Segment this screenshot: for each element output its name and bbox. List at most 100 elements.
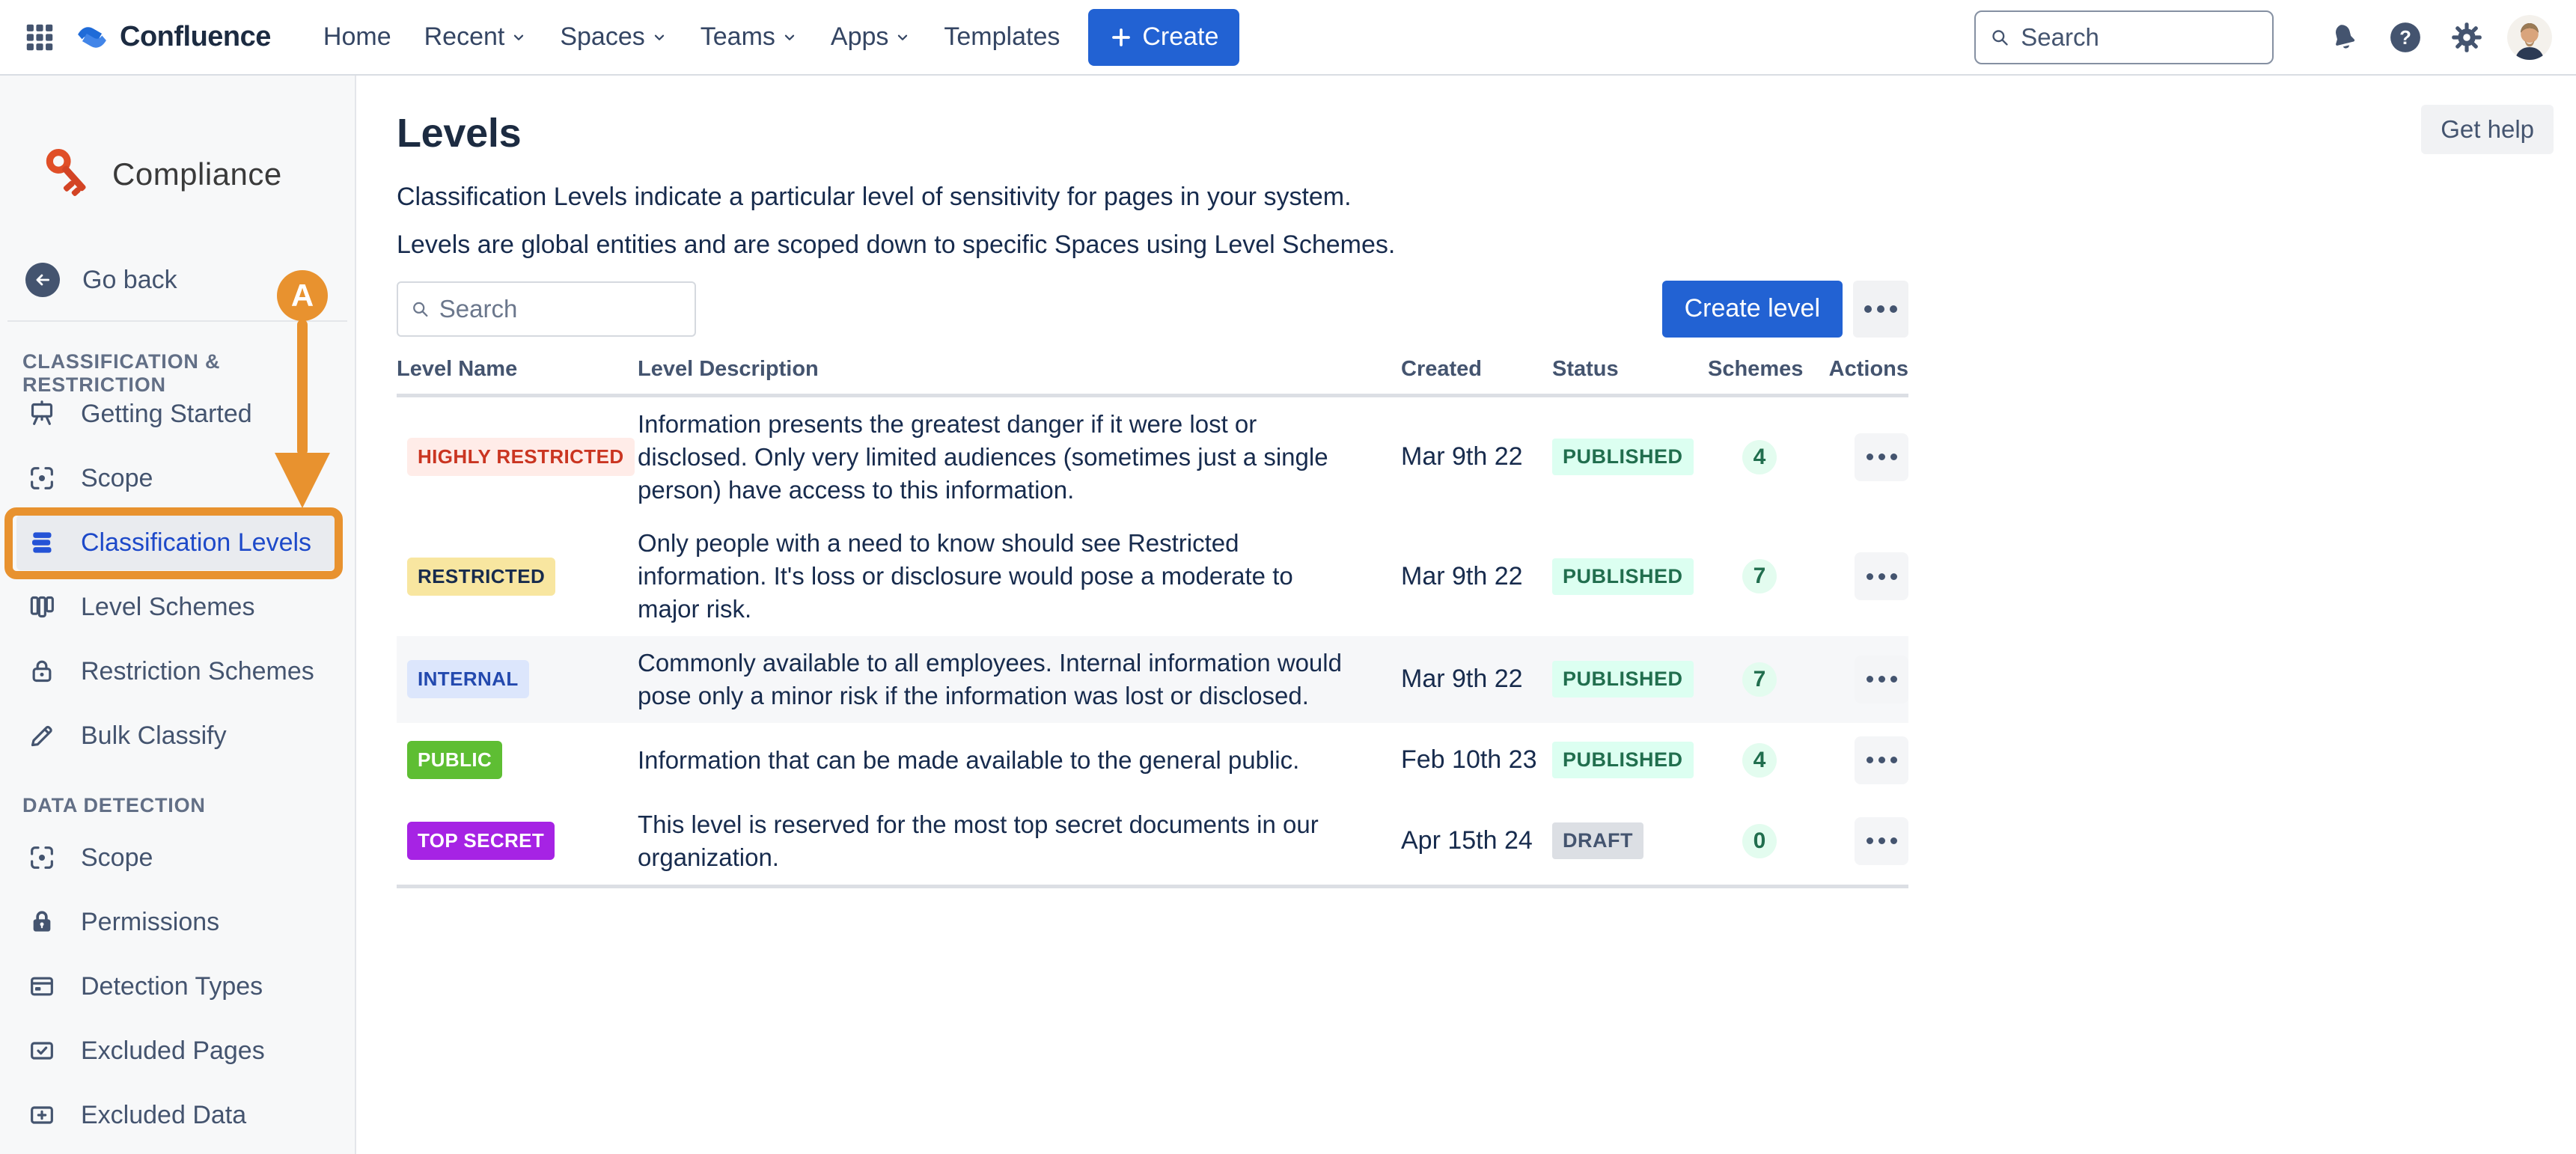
question-icon: ? <box>2388 20 2423 55</box>
scope-target-icon <box>27 463 57 493</box>
ellipsis-icon <box>1864 305 1872 313</box>
level-name-badge: HIGHLY RESTRICTED <box>407 438 635 476</box>
plus-icon <box>1109 25 1133 49</box>
nav-templates[interactable]: Templates <box>927 9 1076 66</box>
section-title-data-detection: DATA DETECTION <box>0 794 355 819</box>
row-actions-button[interactable] <box>1855 736 1908 784</box>
sidebar-item-restriction-schemes[interactable]: Restriction Schemes <box>0 639 355 703</box>
schemes-count: 4 <box>1742 440 1777 474</box>
status-badge: PUBLISHED <box>1552 742 1694 778</box>
sidebar-divider <box>7 320 347 322</box>
apps-grid-icon <box>23 21 56 54</box>
sidebar-item-excluded-data[interactable]: Excluded Data <box>0 1083 355 1147</box>
create-level-button[interactable]: Create level <box>1662 281 1843 338</box>
page-title: Levels <box>397 110 1908 156</box>
app-switcher-button[interactable] <box>22 20 57 55</box>
level-description: Commonly available to all employees. Int… <box>638 647 1401 712</box>
nav-home[interactable]: Home <box>307 9 408 66</box>
level-description: This level is reserved for the most top … <box>638 808 1401 874</box>
created-date: Mar 9th 22 <box>1401 665 1552 694</box>
schemes-count: 7 <box>1742 662 1777 697</box>
table-row: INTERNAL Commonly available to all emplo… <box>397 636 1908 723</box>
sidebar-item-level-schemes[interactable]: Level Schemes <box>0 575 355 639</box>
level-name-badge: PUBLIC <box>407 741 502 779</box>
created-date: Feb 10th 23 <box>1401 745 1552 775</box>
stacked-levels-icon <box>27 528 57 558</box>
nav-teams[interactable]: Teams <box>684 9 814 66</box>
card-icon <box>27 971 57 1001</box>
confluence-home-link[interactable]: Confluence <box>72 17 271 58</box>
checkbox-icon <box>27 1036 57 1066</box>
avatar-photo <box>2507 15 2552 60</box>
row-actions-button[interactable] <box>1855 552 1908 600</box>
table-more-actions-button[interactable] <box>1853 281 1908 338</box>
page-description-1: Classification Levels indicate a particu… <box>397 180 1908 215</box>
bell-icon <box>2328 21 2360 54</box>
table-row: PUBLIC Information that can be made avai… <box>397 723 1908 798</box>
sidebar-item-detection-types[interactable]: Detection Types <box>0 954 355 1019</box>
table-bottom-divider <box>397 885 1908 888</box>
primary-nav: Home Recent Spaces Teams Apps Templates <box>307 9 1076 66</box>
sidebar-nav-data-detection: Scope Permissions Detection Types Exclud… <box>0 825 355 1147</box>
create-button[interactable]: Create <box>1088 9 1239 66</box>
compliance-sidebar: Compliance Go back CLASSIFICATION & REST… <box>0 76 356 1154</box>
levels-search-input[interactable] <box>439 295 683 323</box>
created-date: Mar 9th 22 <box>1401 562 1552 591</box>
lock-filled-icon <box>27 907 57 937</box>
level-description: Information that can be made available t… <box>638 744 1401 777</box>
nav-recent[interactable]: Recent <box>408 9 544 66</box>
settings-button[interactable] <box>2446 16 2488 58</box>
chevron-down-icon <box>651 29 668 46</box>
get-help-button[interactable]: Get help <box>2421 105 2554 154</box>
board-columns-icon <box>27 592 57 622</box>
confluence-logo <box>72 17 112 58</box>
status-badge: PUBLISHED <box>1552 558 1694 595</box>
schemes-count: 4 <box>1742 743 1777 778</box>
table-header: Level Name Level Description Created Sta… <box>397 357 1908 397</box>
app-logo: Compliance <box>0 141 355 207</box>
status-badge: PUBLISHED <box>1552 439 1694 475</box>
col-level-name: Level Name <box>397 357 638 382</box>
row-actions-button[interactable] <box>1855 656 1908 703</box>
app-name: Compliance <box>112 156 282 192</box>
scope-target-icon <box>27 843 57 873</box>
row-actions-button[interactable] <box>1855 433 1908 481</box>
table-row: TOP SECRET This level is reserved for th… <box>397 798 1908 885</box>
sidebar-item-excluded-pages[interactable]: Excluded Pages <box>0 1019 355 1083</box>
levels-search[interactable] <box>397 281 696 337</box>
global-search[interactable] <box>1974 10 2274 64</box>
level-description: Information presents the greatest danger… <box>638 408 1401 507</box>
row-actions-button[interactable] <box>1855 817 1908 865</box>
level-name-badge: RESTRICTED <box>407 558 555 596</box>
chevron-down-icon <box>781 29 798 46</box>
nav-apps[interactable]: Apps <box>814 9 928 66</box>
sidebar-item-dd-scope[interactable]: Scope <box>0 825 355 890</box>
easel-icon <box>27 399 57 429</box>
sidebar-item-bulk-classify[interactable]: Bulk Classify <box>0 703 355 768</box>
product-name: Confluence <box>120 21 271 53</box>
annotation-arrow-stem <box>297 320 308 456</box>
level-name-badge: TOP SECRET <box>407 822 555 860</box>
key-icon <box>39 143 102 206</box>
global-search-input[interactable] <box>2021 23 2259 52</box>
schemes-count: 7 <box>1742 559 1777 593</box>
col-actions: Actions <box>1829 357 1908 382</box>
nav-spaces[interactable]: Spaces <box>543 9 683 66</box>
created-date: Apr 15th 24 <box>1401 826 1552 855</box>
status-badge: DRAFT <box>1552 822 1643 859</box>
col-status: Status <box>1552 357 1708 382</box>
plus-box-icon <box>27 1100 57 1130</box>
annotation-arrow-head <box>275 453 330 508</box>
help-button[interactable]: ? <box>2384 16 2426 58</box>
user-avatar[interactable] <box>2507 15 2552 60</box>
svg-text:?: ? <box>2399 27 2411 48</box>
notifications-button[interactable] <box>2323 16 2365 58</box>
pencil-icon <box>27 721 57 751</box>
gear-icon <box>2450 21 2483 54</box>
levels-table: Level Name Level Description Created Sta… <box>397 357 1908 888</box>
sidebar-item-classification-levels[interactable]: Classification Levels <box>16 515 335 570</box>
levels-page: Get help Levels Classification Levels in… <box>356 76 2576 1154</box>
chevron-down-icon <box>510 29 527 46</box>
level-name-badge: INTERNAL <box>407 660 529 698</box>
sidebar-item-permissions[interactable]: Permissions <box>0 890 355 954</box>
